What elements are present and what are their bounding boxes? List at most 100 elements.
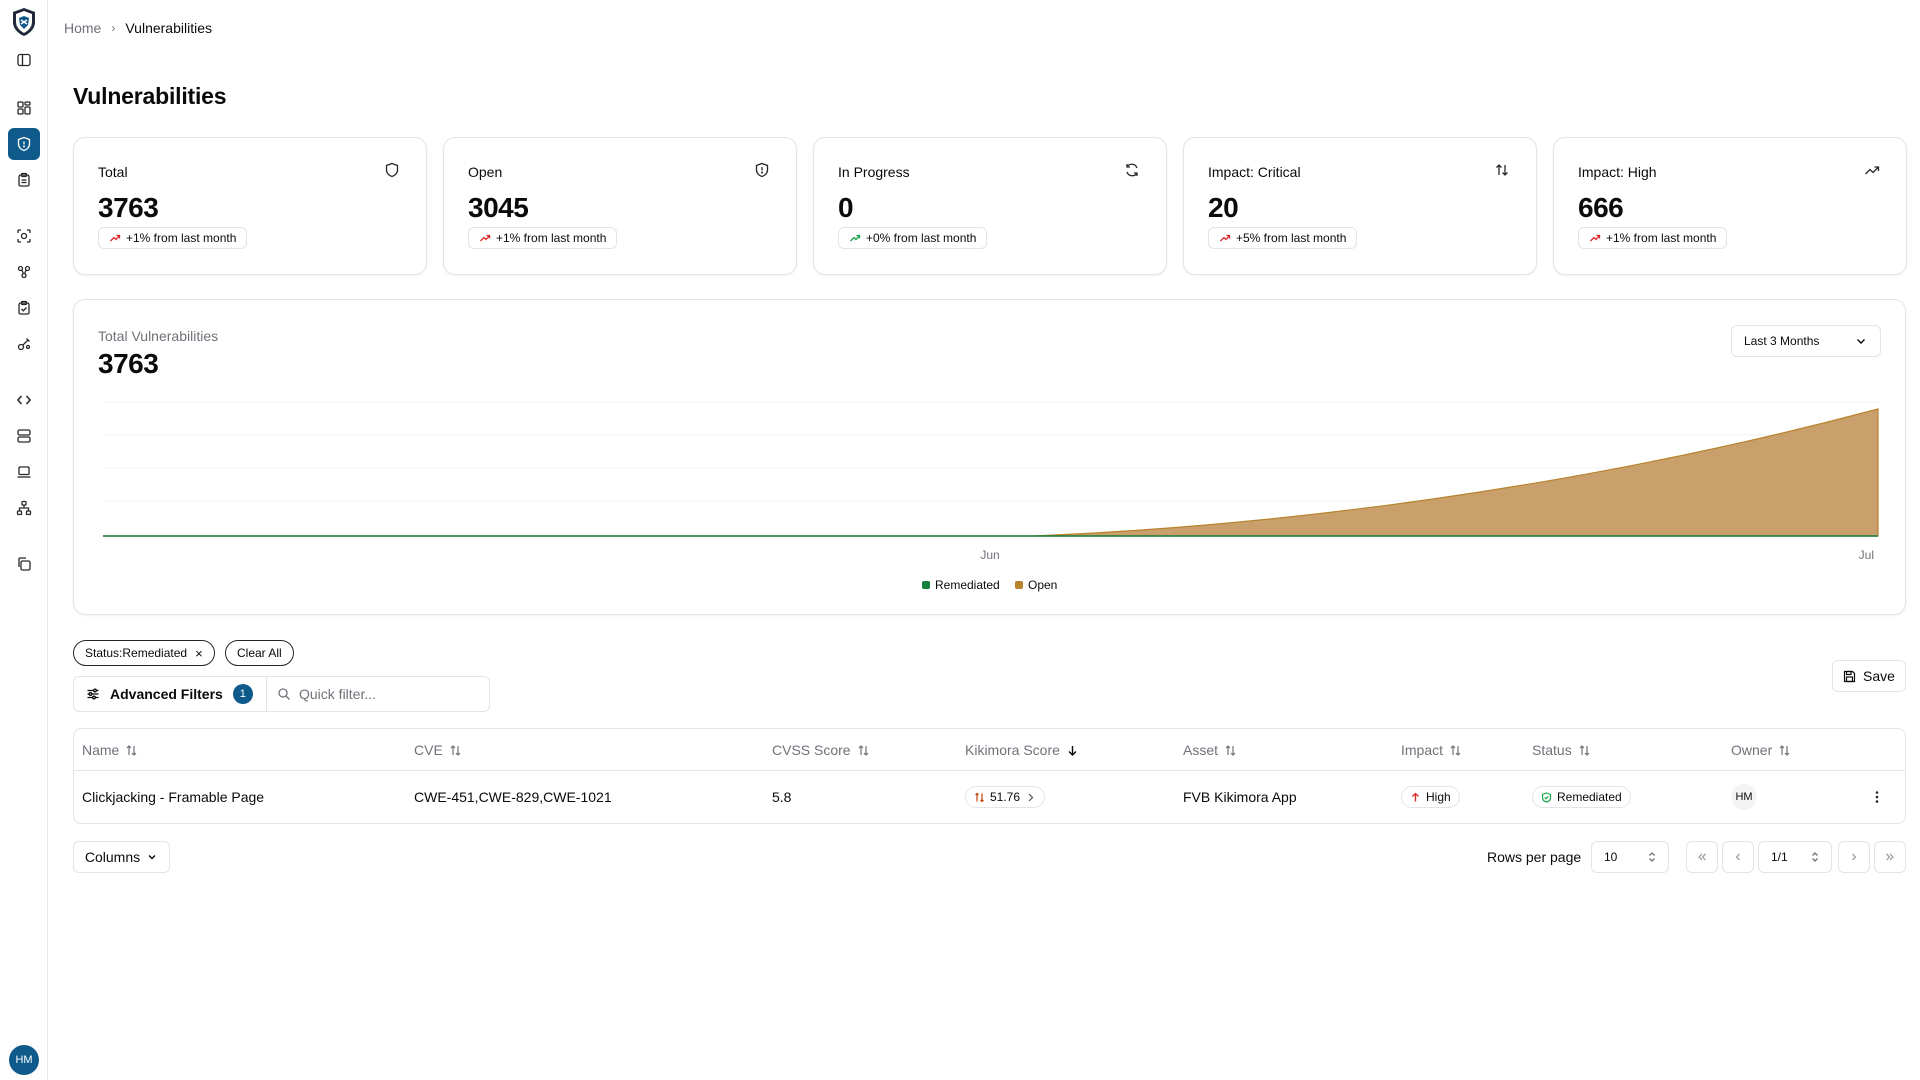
sidebar-item-pentest[interactable] <box>8 328 40 360</box>
sidebar-item-dashboard[interactable] <box>8 92 40 124</box>
sidebar-toggle-icon[interactable] <box>8 44 40 76</box>
app-logo-icon[interactable] <box>8 6 40 38</box>
trend-text: +1% from last month <box>496 231 607 245</box>
rows-per-page-label: Rows per page <box>1487 849 1582 865</box>
advanced-filters-button[interactable]: Advanced Filters 1 <box>73 676 266 712</box>
owner-avatar[interactable]: HM <box>1731 784 1757 810</box>
save-icon <box>1843 670 1856 682</box>
scan-icon <box>17 229 31 243</box>
column-header-name[interactable]: Name <box>82 729 138 771</box>
chevron-right-icon <box>1028 793 1034 801</box>
chevron-up-down-icon <box>1812 852 1818 862</box>
sidebar-item-scan[interactable] <box>8 220 40 252</box>
column-header-asset[interactable]: Asset <box>1183 729 1237 771</box>
sidebar-item-servers[interactable] <box>8 420 40 452</box>
breadcrumb-home[interactable]: Home <box>64 20 101 36</box>
stat-label: Impact: High <box>1578 164 1657 180</box>
sidebar-item-tasks[interactable] <box>8 292 40 324</box>
page-select[interactable]: 1/1 <box>1758 841 1832 873</box>
sidebar-item-documents[interactable] <box>8 548 40 580</box>
chevron-down-icon <box>148 855 156 860</box>
sidebar-item-integrations[interactable] <box>8 256 40 288</box>
stat-value: 3763 <box>98 192 159 223</box>
trend-text: +1% from last month <box>126 231 237 245</box>
sort-icon <box>1450 744 1461 756</box>
x-tick-label: Jun <box>980 548 999 562</box>
column-header-owner[interactable]: Owner <box>1731 729 1791 771</box>
column-header-status[interactable]: Status <box>1532 729 1591 771</box>
page-title: Vulnerabilities <box>73 83 227 109</box>
shield-icon <box>385 162 399 178</box>
filter-chip-status[interactable]: Status:Remediated × <box>73 640 215 666</box>
kikimora-score-pill[interactable]: 51.76 <box>965 786 1046 808</box>
stat-value: 20 <box>1208 192 1239 223</box>
legend-label-remediated: Remediated <box>935 578 1000 592</box>
quick-filter-input[interactable] <box>299 686 479 702</box>
chart-legend: Remediated Open <box>922 578 1057 592</box>
column-label: Kikimora Score <box>965 742 1060 758</box>
clear-all-button[interactable]: Clear All <box>225 640 294 666</box>
column-label: Impact <box>1401 742 1444 758</box>
previous-page-button[interactable] <box>1722 841 1754 873</box>
sidebar: HM <box>0 0 48 1080</box>
sidebar-item-devices[interactable] <box>8 456 40 488</box>
next-page-button[interactable] <box>1838 841 1870 873</box>
sort-icon <box>1579 744 1590 756</box>
server-icon <box>17 429 31 443</box>
trending-up-icon <box>1865 166 1880 175</box>
trend-text: +1% from last month <box>1606 231 1717 245</box>
legend-label-open: Open <box>1028 578 1057 592</box>
sort-icon <box>1225 744 1236 756</box>
stat-card-open: Open 3045 +1% from last month <box>443 137 797 275</box>
cell-cve: CWE-451,CWE-829,CWE-1021 <box>414 789 612 805</box>
chevron-right-icon: › <box>111 21 116 35</box>
last-page-button[interactable] <box>1874 841 1906 873</box>
chart-panel: Total Vulnerabilities 3763 Last 3 Months… <box>73 299 1906 615</box>
more-vertical-icon[interactable] <box>1869 789 1885 805</box>
columns-button[interactable]: Columns <box>73 841 170 873</box>
first-page-button[interactable] <box>1686 841 1718 873</box>
area-chart: Jun Jul Remediated Open <box>103 401 1879 592</box>
stat-value: 0 <box>838 192 854 223</box>
sidebar-item-reports[interactable] <box>8 164 40 196</box>
arrow-up-icon <box>1412 792 1419 801</box>
sliders-icon <box>87 688 99 700</box>
quick-filter[interactable] <box>266 676 490 712</box>
column-header-kikimora-score[interactable]: Kikimora Score <box>965 729 1079 771</box>
stat-label: Total <box>98 164 128 180</box>
x-tick-label: Jul <box>1859 548 1874 562</box>
column-header-cve[interactable]: CVE <box>414 729 462 771</box>
legend-swatch-remediated <box>922 581 930 589</box>
save-button[interactable]: Save <box>1832 660 1906 692</box>
refresh-icon <box>1126 163 1138 177</box>
sort-icon <box>858 744 869 756</box>
stat-label: Open <box>468 164 503 180</box>
arrow-down-icon <box>1068 745 1077 756</box>
sidebar-item-code[interactable] <box>8 384 40 416</box>
stat-card-total: Total 3763 +1% from last month <box>73 137 427 275</box>
column-header-cvss-score[interactable]: CVSS Score <box>772 729 870 771</box>
user-avatar[interactable]: HM <box>9 1045 39 1075</box>
cell-name: Clickjacking - Framable Page <box>82 789 265 805</box>
column-label: Owner <box>1731 742 1773 758</box>
rows-per-page-select[interactable]: 10 <box>1591 841 1669 873</box>
sidebar-item-network[interactable] <box>8 492 40 524</box>
chevron-up-down-icon <box>1649 852 1655 862</box>
close-icon[interactable]: × <box>195 646 203 661</box>
sidebar-item-vulnerabilities[interactable] <box>8 128 40 160</box>
chevrons-right-icon <box>1886 853 1894 861</box>
trend-badge: +1% from last month <box>98 227 248 249</box>
cell-impact: High <box>1401 771 1460 823</box>
advanced-filters-label: Advanced Filters <box>110 686 223 702</box>
column-label: Status <box>1532 742 1572 758</box>
trend-text: +0% from last month <box>866 231 977 245</box>
table-row[interactable]: Clickjacking - Framable Page CWE-451,CWE… <box>74 771 1905 823</box>
column-header-impact[interactable]: Impact <box>1401 729 1462 771</box>
impact-label: High <box>1426 790 1451 804</box>
stat-value: 3045 <box>468 192 529 223</box>
filter-count-badge: 1 <box>232 684 253 704</box>
cell-kikimora: 51.76 <box>965 771 1046 823</box>
trend-text: +5% from last month <box>1236 231 1347 245</box>
trending-up-icon <box>480 234 491 242</box>
stat-label: In Progress <box>838 164 910 180</box>
